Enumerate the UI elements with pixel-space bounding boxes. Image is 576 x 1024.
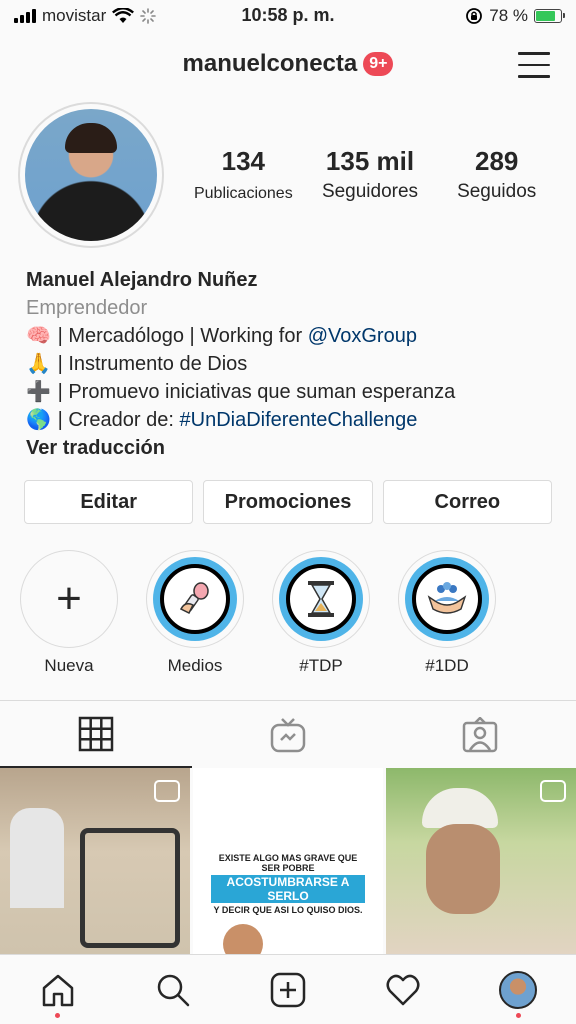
- bio-line: 🧠 | Mercadólogo | Working for @VoxGroup: [26, 322, 566, 350]
- pray-emoji: 🙏: [26, 353, 51, 375]
- stat-following[interactable]: 289 Seguidos: [433, 146, 560, 203]
- hashtag-link[interactable]: #UnDiaDiferenteChallenge: [180, 409, 418, 431]
- story-highlights: + Nueva Medios #TDP #1DD: [20, 550, 496, 676]
- plus-emoji: ➕: [26, 381, 51, 403]
- profile-stats: 134 Publicaciones 135 mil Seguidores 289…: [180, 146, 560, 203]
- highlight-tdp[interactable]: #TDP: [272, 550, 370, 676]
- bio-line: ➕ | Promuevo iniciativas que suman esper…: [26, 378, 566, 406]
- stat-label: Seguidos: [457, 181, 537, 202]
- globe-emoji: 🌎: [26, 409, 51, 431]
- highlight-label: Nueva: [44, 656, 94, 675]
- profile-avatar-icon: [499, 970, 538, 1009]
- bio-text: | Mercadólogo | Working for: [57, 325, 308, 347]
- tab-igtv[interactable]: [192, 701, 384, 768]
- profile-avatar[interactable]: [18, 102, 164, 248]
- avatar-image: [25, 109, 157, 241]
- highlight-circle: [398, 550, 496, 648]
- stat-value: 135 mil: [325, 146, 415, 176]
- username: manuelconecta: [182, 50, 358, 77]
- post-text-line: EXISTE ALGO MAS GRAVE QUE SER POBRE: [218, 853, 358, 873]
- home-icon: [42, 974, 73, 1006]
- highlight-new[interactable]: + Nueva: [20, 550, 118, 676]
- bio-text: | Instrumento de Dios: [57, 353, 248, 375]
- bottom-nav: [0, 954, 576, 1024]
- igtv-badge-icon: [154, 780, 180, 802]
- add-post-icon: [270, 972, 306, 1007]
- hourglass-icon: [308, 581, 334, 617]
- bio-text: | Promuevo iniciativas que suman esperan…: [57, 381, 456, 403]
- rotation-lock-icon: [466, 8, 483, 24]
- bio-line: 🌎 | Creador de: #UnDiaDiferenteChallenge: [26, 406, 566, 434]
- post-text: EXISTE ALGO MAS GRAVE QUE SER POBRE ACOS…: [211, 853, 365, 915]
- see-translation-link[interactable]: Ver traducción: [26, 434, 566, 462]
- plus-icon: +: [56, 574, 82, 623]
- profile-bio: Manuel Alejandro Nuñez Emprendedor 🧠 | M…: [26, 266, 566, 462]
- profile-name: Manuel Alejandro Nuñez: [26, 269, 258, 291]
- profile-actions: Editar Promociones Correo: [24, 480, 552, 524]
- nav-search[interactable]: [115, 955, 230, 1024]
- bio-text: | Creador de:: [57, 409, 180, 431]
- promotions-button[interactable]: Promociones: [203, 480, 373, 524]
- cartoon-face: [223, 924, 263, 954]
- highlight-label: #TDP: [299, 656, 343, 675]
- post-thumbnail[interactable]: [0, 768, 190, 954]
- stat-posts[interactable]: 134 Publicaciones: [180, 146, 307, 203]
- brain-emoji: 🧠: [26, 325, 51, 347]
- stat-value: 134: [221, 146, 266, 176]
- email-button[interactable]: Correo: [382, 480, 552, 524]
- activity-dot: [515, 1013, 521, 1018]
- highlight-circle: [272, 550, 370, 648]
- stat-followers[interactable]: 135 mil Seguidores: [307, 146, 434, 203]
- profile-category: Emprendedor: [26, 297, 148, 319]
- post-grid: EXISTE ALGO MAS GRAVE QUE SER POBRE ACOS…: [0, 768, 576, 954]
- heart-icon: [386, 974, 420, 1005]
- tab-tagged[interactable]: [384, 701, 576, 768]
- battery-icon: [534, 9, 565, 23]
- stat-label: Seguidores: [321, 181, 419, 202]
- highlight-label: Medios: [167, 656, 223, 675]
- battery-percent: 78 %: [489, 6, 528, 25]
- activity-dot: [55, 1013, 61, 1018]
- post-thumbnail[interactable]: [386, 768, 576, 954]
- highlight-circle: [146, 550, 244, 648]
- nav-profile[interactable]: [461, 955, 576, 1024]
- nav-new-post[interactable]: [230, 955, 345, 1024]
- stat-value: 289: [474, 146, 519, 176]
- highlight-label: #1DD: [425, 656, 469, 675]
- tagged-person-icon: [462, 716, 498, 752]
- microphone-icon: [179, 582, 209, 615]
- bio-line: 🙏 | Instrumento de Dios: [26, 350, 566, 378]
- tab-grid[interactable]: [0, 701, 192, 768]
- notification-badge: 9+: [363, 52, 394, 76]
- stat-label: Publicaciones: [193, 185, 293, 202]
- highlight-circle: +: [20, 550, 118, 648]
- nav-home[interactable]: [0, 955, 115, 1024]
- mention-link[interactable]: @VoxGroup: [308, 325, 417, 347]
- grid-icon: [78, 716, 114, 751]
- igtv-badge-icon: [540, 780, 566, 802]
- igtv-icon: [270, 717, 306, 752]
- search-icon: [157, 974, 190, 1006]
- highlight-1dd[interactable]: #1DD: [398, 550, 496, 676]
- hands-people-icon: [427, 582, 467, 614]
- nav-activity[interactable]: [346, 955, 461, 1024]
- highlight-medios[interactable]: Medios: [146, 550, 244, 676]
- status-bar: movistar 10:58 p. m. 78 %: [0, 0, 576, 34]
- post-text-line: Y DECIR QUE ASI LO QUISO DIOS.: [213, 905, 363, 915]
- status-right: 78 %: [465, 6, 565, 26]
- menu-icon[interactable]: [518, 52, 550, 78]
- post-thumbnail[interactable]: EXISTE ALGO MAS GRAVE QUE SER POBRE ACOS…: [193, 768, 383, 954]
- profile-tabs: [0, 700, 576, 768]
- profile-header: manuelconecta 9+: [0, 44, 576, 88]
- username-switcher[interactable]: manuelconecta 9+: [0, 50, 576, 78]
- edit-profile-button[interactable]: Editar: [24, 480, 194, 524]
- post-text-highlight: ACOSTUMBRARSE A SERLO: [211, 875, 365, 903]
